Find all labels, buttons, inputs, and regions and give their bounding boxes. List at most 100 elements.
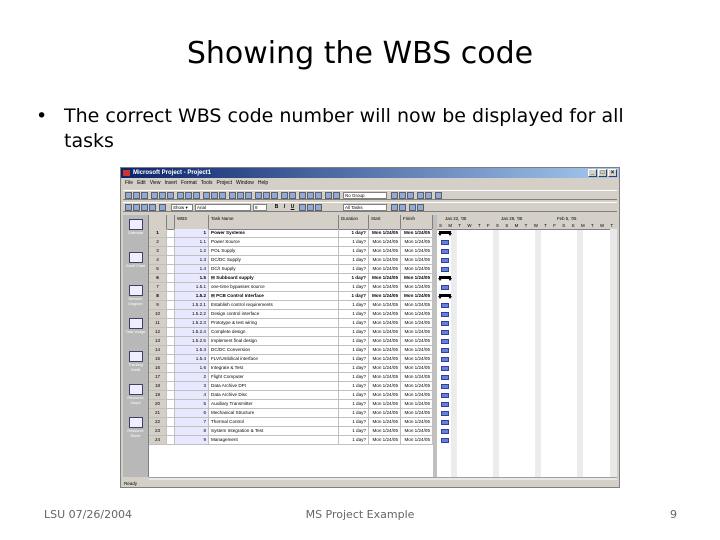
zoom-tool-icon[interactable]	[391, 192, 398, 199]
cell-finish[interactable]: Mon 1/24/05	[401, 346, 433, 354]
gantt-task-bar[interactable]	[441, 411, 449, 416]
standard-tool-icon[interactable]	[185, 192, 192, 199]
table-row[interactable]: 16 1.6 Integrate & Test 1 day? Mon 1/24/05 Mo…	[149, 364, 433, 373]
cell-wbs[interactable]: 1.3	[175, 256, 209, 264]
cell-indicator[interactable]	[167, 247, 175, 255]
menu-format[interactable]: Format	[181, 180, 197, 186]
cell-id[interactable]: 18	[149, 382, 167, 390]
cell-id[interactable]: 15	[149, 355, 167, 363]
menu-help[interactable]: Help	[258, 180, 268, 186]
cell-id[interactable]: 2	[149, 238, 167, 246]
cell-finish[interactable]: Mon 1/24/05	[401, 292, 433, 300]
standard-tool-icon[interactable]	[325, 192, 332, 199]
cell-id[interactable]: 11	[149, 319, 167, 327]
standard-tool-icon[interactable]	[159, 192, 166, 199]
gantt-task-bar[interactable]	[441, 402, 449, 407]
cell-finish[interactable]: Mon 1/24/05	[401, 382, 433, 390]
gantt-task-bar[interactable]	[441, 330, 449, 335]
cell-id[interactable]: 9	[149, 301, 167, 309]
cell-start[interactable]: Mon 1/24/05	[369, 319, 401, 327]
cell-id[interactable]: 6	[149, 274, 167, 282]
gantt-summary-bar[interactable]	[438, 276, 452, 281]
cell-finish[interactable]: Mon 1/24/05	[401, 400, 433, 408]
finish-column-header[interactable]: Finish	[401, 215, 433, 229]
cell-name[interactable]: POL Supply	[209, 247, 339, 255]
menu-project[interactable]: Project	[216, 180, 232, 186]
cell-start[interactable]: Mon 1/24/05	[369, 409, 401, 417]
table-row[interactable]: 2 1.1 Power Source 1 day? Mon 1/24/05 Mon 1/2…	[149, 238, 433, 247]
table-row[interactable]: 9 1.5.2.1 Establish control requirements 1 …	[149, 301, 433, 310]
view-network-diagram[interactable]: Network Diagram	[125, 285, 146, 306]
standard-tool-icon[interactable]	[255, 192, 262, 199]
table-row[interactable]: 17 2 Flight Computer 1 day? Mon 1/24/05 Mon 1…	[149, 373, 433, 382]
table-row[interactable]: 8 1.5.2 ⊟ PCB Control Interface 1 day? Mon 1…	[149, 292, 433, 301]
zoom-tool-icon[interactable]	[407, 192, 414, 199]
cell-name[interactable]: DC/DC Supply	[209, 256, 339, 264]
cell-indicator[interactable]	[167, 301, 175, 309]
gantt-task-bar[interactable]	[441, 267, 449, 272]
cell-duration[interactable]: 1 day?	[339, 328, 369, 336]
table-row[interactable]: 23 8 System Integration & Test 1 day? Mon 1/…	[149, 427, 433, 436]
standard-tool-icon[interactable]	[219, 192, 226, 199]
cell-id[interactable]: 22	[149, 418, 167, 426]
cell-name[interactable]: Auxiliary Transmitter	[209, 400, 339, 408]
cell-indicator[interactable]	[167, 400, 175, 408]
cell-wbs[interactable]: 1.5	[175, 274, 209, 282]
cell-start[interactable]: Mon 1/24/05	[369, 427, 401, 435]
cell-indicator[interactable]	[167, 292, 175, 300]
outline-tool-icon[interactable]	[149, 204, 156, 211]
gantt-task-bar[interactable]	[441, 420, 449, 425]
cell-name[interactable]: Power Systems	[209, 229, 339, 237]
format-tool-icon[interactable]	[299, 204, 306, 211]
cell-wbs[interactable]: 8	[175, 427, 209, 435]
cell-id[interactable]: 13	[149, 337, 167, 345]
minimize-button[interactable]: _	[588, 169, 597, 177]
cell-duration[interactable]: 1 day?	[339, 427, 369, 435]
menu-view[interactable]: View	[150, 180, 161, 186]
cell-duration[interactable]: 1 day?	[339, 373, 369, 381]
zoom-tool-icon[interactable]	[417, 192, 424, 199]
cell-name[interactable]: ⊟ Subboard supply	[209, 274, 339, 282]
cell-start[interactable]: Mon 1/24/05	[369, 337, 401, 345]
cell-name[interactable]: Flight Computer	[209, 373, 339, 381]
format-tool-icon[interactable]	[391, 204, 398, 211]
cell-duration[interactable]: 1 day?	[339, 292, 369, 300]
cell-id[interactable]: 7	[149, 283, 167, 291]
cell-start[interactable]: Mon 1/24/05	[369, 292, 401, 300]
cell-start[interactable]: Mon 1/24/05	[369, 382, 401, 390]
gantt-task-bar[interactable]	[441, 384, 449, 389]
gantt-task-bar[interactable]	[441, 366, 449, 371]
cell-name[interactable]: Implement final design	[209, 337, 339, 345]
gantt-task-bar[interactable]	[441, 285, 449, 290]
cell-id[interactable]: 20	[149, 400, 167, 408]
cell-name[interactable]: FLV/Umbilical interface	[209, 355, 339, 363]
cell-duration[interactable]: 1 day?	[339, 283, 369, 291]
standard-tool-icon[interactable]	[229, 192, 236, 199]
gantt-task-bar[interactable]	[441, 348, 449, 353]
cell-duration[interactable]: 1 day?	[339, 346, 369, 354]
cell-id[interactable]: 3	[149, 247, 167, 255]
cell-wbs[interactable]: 1.5.3	[175, 346, 209, 354]
cell-start[interactable]: Mon 1/24/05	[369, 265, 401, 273]
cell-duration[interactable]: 1 day?	[339, 247, 369, 255]
table-row[interactable]: 4 1.3 DC/DC Supply 1 day? Mon 1/24/05 Mon 1/2…	[149, 256, 433, 265]
cell-indicator[interactable]	[167, 229, 175, 237]
cell-finish[interactable]: Mon 1/24/05	[401, 427, 433, 435]
cell-start[interactable]: Mon 1/24/05	[369, 436, 401, 444]
table-row[interactable]: 13 1.5.2.5 Implement final design 1 day? Mon…	[149, 337, 433, 346]
table-row[interactable]: 24 9 Management 1 day? Mon 1/24/05 Mon 1/24/0…	[149, 436, 433, 445]
format-tool-icon[interactable]	[417, 204, 424, 211]
show-outline-button[interactable]: Show ▾	[171, 204, 193, 211]
cell-id[interactable]: 24	[149, 436, 167, 444]
cell-indicator[interactable]	[167, 283, 175, 291]
cell-indicator[interactable]	[167, 436, 175, 444]
cell-wbs[interactable]: 6	[175, 409, 209, 417]
cell-id[interactable]: 1	[149, 229, 167, 237]
standard-tool-icon[interactable]	[245, 192, 252, 199]
cell-indicator[interactable]	[167, 265, 175, 273]
cell-finish[interactable]: Mon 1/24/05	[401, 274, 433, 282]
cell-id[interactable]: 4	[149, 256, 167, 264]
cell-finish[interactable]: Mon 1/24/05	[401, 247, 433, 255]
cell-indicator[interactable]	[167, 346, 175, 354]
cell-start[interactable]: Mon 1/24/05	[369, 310, 401, 318]
